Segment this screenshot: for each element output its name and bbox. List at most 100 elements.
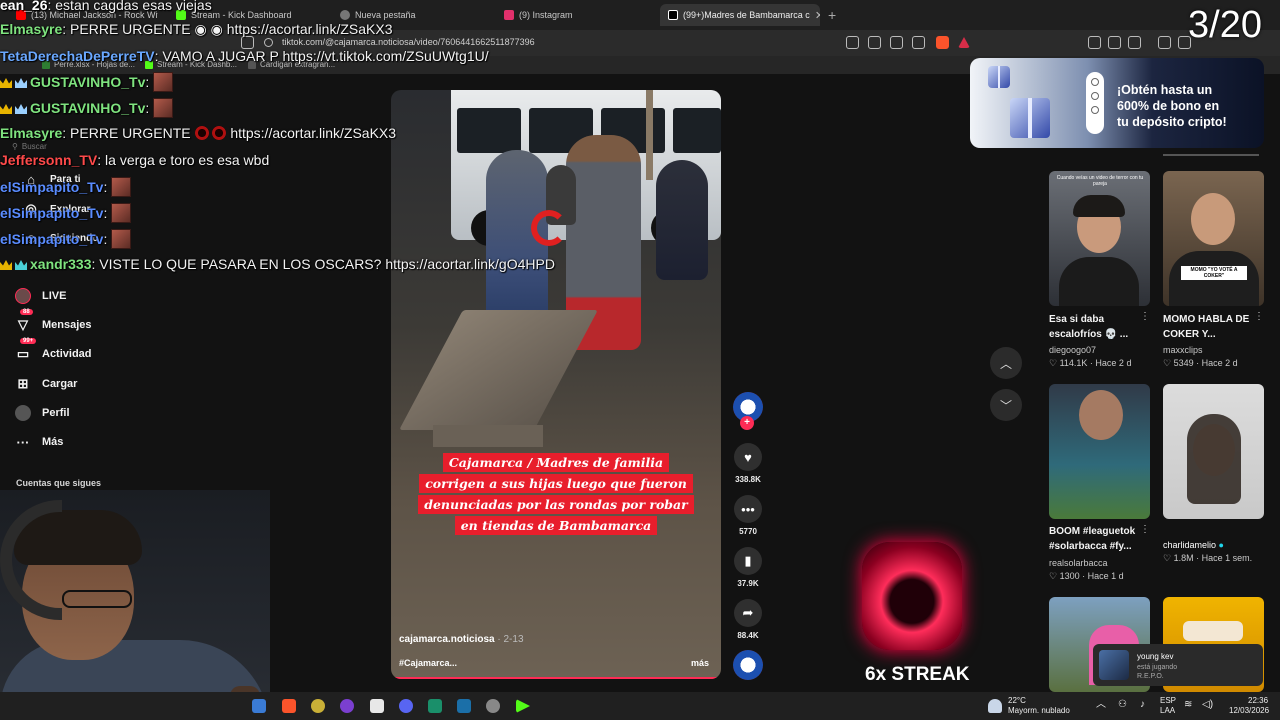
comment-button[interactable]: ••• 5770 bbox=[733, 495, 763, 536]
chat-text: : bbox=[145, 74, 150, 90]
chevron-up-icon[interactable]: ︿ bbox=[1096, 700, 1106, 710]
extension-icon[interactable] bbox=[1108, 36, 1121, 49]
close-tab-icon[interactable]: ✕ bbox=[815, 9, 820, 22]
video-progress[interactable] bbox=[391, 677, 721, 679]
keyboard-layout[interactable]: LAA bbox=[1160, 706, 1175, 716]
nav-mas[interactable]: ··· Más bbox=[14, 433, 64, 451]
file-icon[interactable] bbox=[370, 699, 384, 713]
chat-text: : bbox=[103, 231, 108, 247]
headset-icon bbox=[0, 500, 62, 620]
wifi-icon[interactable]: ≋ bbox=[1184, 700, 1192, 710]
video-author[interactable]: cajamarca.noticiosa · 2-13 bbox=[399, 634, 524, 645]
more-options-icon[interactable]: ⋮ bbox=[1140, 524, 1150, 535]
ad-line: 600% de bono en bbox=[1117, 99, 1220, 113]
app-icon[interactable] bbox=[428, 699, 442, 713]
speaker-icon[interactable]: ◁) bbox=[1202, 700, 1213, 710]
video-caption: Cajamarca / Madres de familia corrigen a… bbox=[411, 452, 701, 536]
clock-date[interactable]: 12/03/2026 bbox=[1229, 706, 1269, 716]
brave-browser-icon[interactable] bbox=[282, 699, 296, 713]
save-button[interactable]: ▮ 37.9K bbox=[733, 547, 763, 588]
recommended-video-author[interactable]: diegoogo07 bbox=[1049, 345, 1096, 355]
cast-icon[interactable] bbox=[890, 36, 903, 49]
recommended-video-thumbnail[interactable] bbox=[1049, 384, 1150, 519]
chat-text: : PERRE URGENTE ◉ ◉ https://acortar.link… bbox=[62, 21, 393, 37]
app-icon[interactable] bbox=[340, 699, 354, 713]
extension-icon[interactable] bbox=[1088, 36, 1101, 49]
recommended-video-author[interactable]: maxxclips bbox=[1163, 345, 1203, 355]
new-tab-button[interactable]: + bbox=[828, 7, 836, 23]
recommended-video-author[interactable]: charlidamelio ● bbox=[1163, 540, 1224, 550]
nav-mensajes[interactable]: ▽ 88 Mensajes bbox=[14, 309, 92, 334]
recommended-video-author[interactable]: realsolarbacca bbox=[1049, 558, 1108, 568]
friend-status: está jugando R.E.P.O. bbox=[1137, 663, 1177, 681]
following-accounts-title: Cuentas que sigues bbox=[16, 478, 102, 488]
recommended-video-title[interactable]: MOMO HABLA DE COKER Y... bbox=[1163, 312, 1259, 342]
tab-tiktok-active[interactable]: (99+)Madres de Bambamarca c ✕ bbox=[660, 4, 820, 26]
chat-username: elSimpapito_Tv bbox=[0, 179, 104, 195]
more-options-icon[interactable]: ⋮ bbox=[1140, 311, 1150, 322]
extension-icon[interactable] bbox=[1128, 36, 1141, 49]
tab-instagram[interactable]: (9) Instagram bbox=[496, 4, 656, 26]
chat-username: Elmasyre bbox=[0, 125, 63, 141]
brave-shields-icon[interactable] bbox=[936, 36, 949, 49]
nav-cargar[interactable]: ⊞ Cargar bbox=[14, 375, 78, 393]
reader-icon[interactable] bbox=[846, 36, 859, 49]
network-icon[interactable]: ⚇ bbox=[1118, 700, 1127, 710]
ad-banner[interactable]: ¡Obtén hasta un 600% de bono en tu depós… bbox=[970, 58, 1264, 148]
gift-icon bbox=[988, 66, 1010, 88]
weather-icon[interactable] bbox=[988, 699, 1002, 713]
previous-video-button[interactable]: ︿ bbox=[990, 347, 1022, 379]
weather-temp: 22°C bbox=[1008, 696, 1026, 705]
obs-icon[interactable] bbox=[486, 699, 500, 713]
video-hashtag[interactable]: #Cajamarca... bbox=[399, 658, 457, 668]
ad-line: ¡Obtén hasta un bbox=[1117, 83, 1213, 97]
share-button[interactable]: ➦ 88.4K bbox=[733, 599, 763, 640]
nav-live[interactable]: LIVE bbox=[14, 287, 66, 305]
next-video-button[interactable]: ﹀ bbox=[990, 389, 1022, 421]
clock-time[interactable]: 22:36 bbox=[1248, 696, 1268, 706]
ad-controls[interactable] bbox=[1086, 72, 1104, 134]
recommended-video-title[interactable]: BOOM #leaguetok #solarbacca #fy... bbox=[1049, 524, 1145, 554]
chat-message: ean_26: estan cagdas esas viejas bbox=[0, 0, 212, 13]
heart-icon: ♥ bbox=[734, 443, 762, 471]
url-field[interactable]: tiktok.com/@cajamarca.noticiosa/video/76… bbox=[282, 37, 535, 47]
more-icon: ··· bbox=[16, 434, 30, 450]
recommended-video-thumbnail[interactable]: MOMO "YO VOTÉ A COKER" bbox=[1163, 171, 1264, 306]
more-button[interactable]: más bbox=[691, 658, 709, 668]
chat-message: GUSTAVINHO_Tv: bbox=[0, 72, 174, 92]
nav-perfil[interactable]: Perfil bbox=[14, 404, 70, 422]
steam-icon[interactable] bbox=[457, 699, 471, 713]
music-disc-icon[interactable] bbox=[733, 650, 763, 680]
more-options-icon[interactable]: ⋮ bbox=[1254, 311, 1264, 322]
recommended-video-title[interactable]: Esa si daba escalofríos 💀 ... bbox=[1049, 312, 1145, 342]
translate-icon[interactable] bbox=[868, 36, 881, 49]
follow-plus-icon[interactable]: + bbox=[740, 416, 754, 430]
recommended-video-stats: ♡ 1300 · Hace 1 d bbox=[1049, 571, 1124, 581]
badge-icon bbox=[15, 260, 27, 270]
microphone-icon[interactable]: ♪ bbox=[1140, 700, 1145, 710]
chat-message: xandr333: VISTE LO QUE PASARA EN LOS OSC… bbox=[0, 256, 555, 272]
music-icon[interactable] bbox=[1158, 36, 1171, 49]
chat-username: elSimpapito_Tv bbox=[0, 231, 104, 247]
friend-activity-popup[interactable]: young kev está jugando R.E.P.O. bbox=[1093, 644, 1263, 686]
recommended-video-thumbnail[interactable] bbox=[1163, 384, 1264, 519]
chat-text: : VISTE LO QUE PASARA EN LOS OSCARS? htt… bbox=[91, 256, 555, 272]
app-icon[interactable] bbox=[311, 699, 325, 713]
discord-icon[interactable] bbox=[399, 699, 413, 713]
site-info-icon[interactable] bbox=[264, 38, 273, 47]
brave-rewards-icon[interactable] bbox=[958, 37, 970, 48]
streak-label: 6x STREAK bbox=[865, 664, 970, 685]
gift-icon bbox=[1091, 92, 1099, 100]
kick-icon[interactable] bbox=[516, 699, 530, 713]
language-indicator[interactable]: ESP bbox=[1160, 696, 1176, 706]
chat-text: : estan cagdas esas viejas bbox=[47, 0, 212, 13]
tab-underline bbox=[1163, 154, 1259, 156]
app-icon[interactable] bbox=[252, 699, 266, 713]
video-bench bbox=[399, 310, 598, 430]
recommended-video-thumbnail[interactable]: Cuando veías un video de terror con tu p… bbox=[1049, 171, 1150, 306]
video-bench-base bbox=[433, 425, 543, 447]
share-icon[interactable] bbox=[912, 36, 925, 49]
nav-actividad[interactable]: ▭ 99+ Actividad bbox=[14, 338, 92, 363]
video-player[interactable]: Cajamarca / Madres de familia corrigen a… bbox=[391, 90, 721, 679]
like-button[interactable]: ♥ 338.8K bbox=[733, 443, 763, 484]
